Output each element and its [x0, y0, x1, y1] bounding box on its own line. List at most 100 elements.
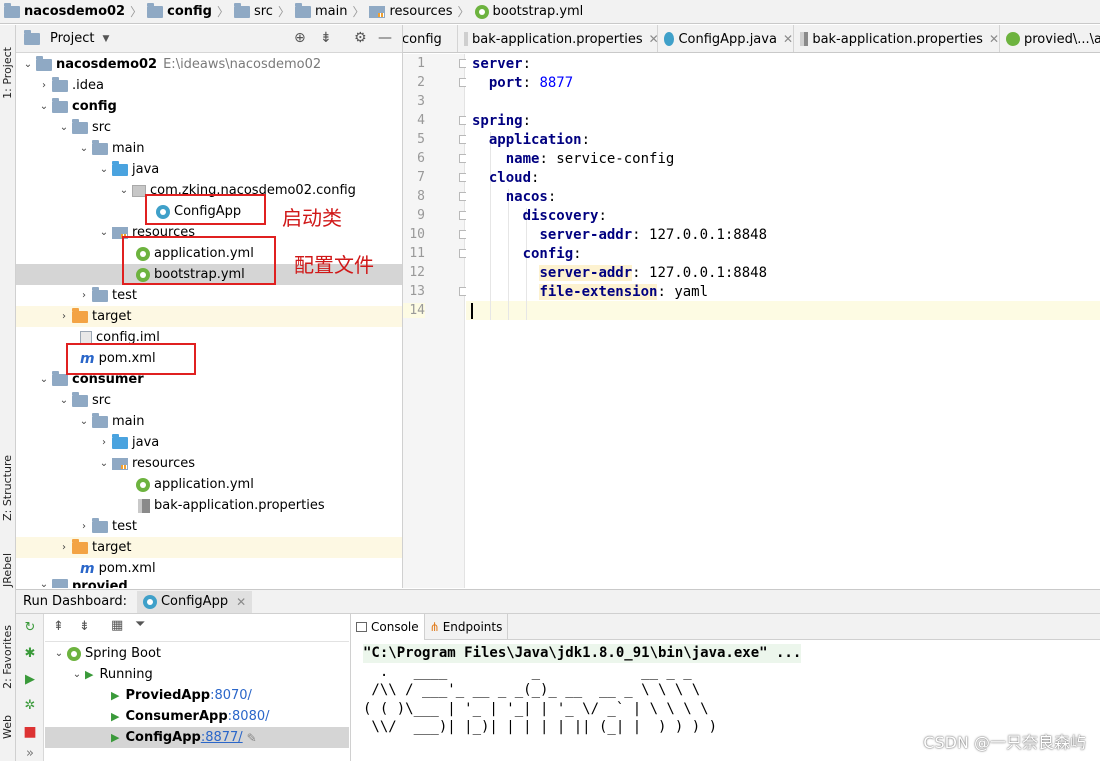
tree-item[interactable]: application.yml	[16, 474, 402, 495]
service-app-port-link[interactable]: :8070/	[210, 688, 252, 703]
editor-tab[interactable]: ConfigApp.java ✕	[659, 25, 794, 52]
breadcrumb-item-main[interactable]: main	[294, 2, 347, 19]
chevron-right-icon[interactable]: ›	[36, 80, 52, 91]
run-icon[interactable]: ▶	[22, 672, 38, 688]
folder-icon	[92, 139, 108, 155]
service-app-port-link[interactable]: :8877/	[201, 730, 243, 745]
group-icon[interactable]: ▦	[111, 618, 123, 633]
locate-icon[interactable]: ⊕	[294, 30, 306, 46]
tree-item[interactable]: › test	[16, 285, 402, 306]
breadcrumb-item-module[interactable]: config	[147, 2, 212, 19]
chevron-right-icon: 〉	[352, 5, 365, 19]
running-icon: ▶	[111, 689, 120, 702]
tree-item[interactable]: ⌄ provied	[16, 579, 402, 588]
breadcrumb-item-file[interactable]: bootstrap.yml	[474, 4, 583, 19]
tree-item-label: pom.xml	[98, 561, 156, 576]
edit-icon[interactable]: ✎	[247, 731, 257, 745]
chevron-down-icon[interactable]: ⌄	[36, 101, 52, 112]
service-app[interactable]: ▶ ConsumerApp :8080/	[45, 706, 349, 727]
services-group[interactable]: ⌄ ▶ Running	[45, 664, 349, 685]
tab-endpoints[interactable]: ⋔ Endpoints	[425, 614, 509, 640]
console-icon	[356, 622, 367, 632]
chevron-right-icon[interactable]: ›	[96, 437, 112, 448]
chevron-right-icon[interactable]: ›	[76, 290, 92, 301]
project-tool-tab[interactable]: 1: Project	[1, 47, 14, 99]
code-line: cloud:	[488, 170, 540, 186]
jrebel-tool-tab[interactable]: JRebel	[1, 553, 14, 587]
filter-icon[interactable]: ⏷	[135, 617, 145, 632]
debug-run-icon[interactable]: ✲	[22, 698, 38, 714]
tree-item[interactable]: ⌄ src	[16, 390, 402, 411]
hide-icon[interactable]: —	[378, 30, 392, 46]
folder-icon	[52, 76, 68, 92]
chevron-down-icon[interactable]: ⌄	[36, 374, 52, 385]
chevron-down-icon[interactable]: ⌄	[36, 579, 52, 588]
chevron-down-icon[interactable]: ⌄	[96, 227, 112, 238]
tree-item[interactable]: ⌄ java	[16, 159, 402, 180]
collapse-all-icon[interactable]: ⇟	[320, 30, 332, 46]
chevron-down-icon[interactable]: ⌄	[96, 458, 112, 469]
chevron-right-icon[interactable]: ›	[76, 521, 92, 532]
tab-console[interactable]: Console	[351, 614, 425, 640]
tree-item[interactable]: › .idea	[16, 75, 402, 96]
chevron-down-icon[interactable]: ⌄	[69, 669, 85, 680]
chevron-down-icon[interactable]: ⌄	[76, 416, 92, 427]
service-app[interactable]: ▶ ProviedApp :8070/	[45, 685, 349, 706]
tree-item[interactable]: › target	[16, 306, 402, 327]
chevron-right-icon[interactable]: ›	[56, 542, 72, 553]
debug-icon[interactable]: ✱	[22, 646, 38, 662]
rerun-icon[interactable]: ↻	[22, 620, 38, 636]
editor-tab[interactable]: bak-application.properties ✕	[459, 25, 659, 52]
services-root[interactable]: ⌄ Spring Boot	[45, 643, 349, 664]
editor-tab[interactable]: bak-application.properties ✕	[795, 25, 1000, 52]
close-icon[interactable]: ✕	[649, 32, 659, 46]
tree-item[interactable]: ⌄ nacosdemo02 E:\ideaws\nacosdemo02	[16, 54, 402, 75]
close-icon[interactable]: ✕	[783, 32, 793, 46]
editor-tab[interactable]: config	[403, 25, 458, 52]
tree-item[interactable]: ⌄ main	[16, 411, 402, 432]
tree-item[interactable]: bak-application.properties	[16, 495, 402, 516]
editor-tab[interactable]: provied\...\a	[1001, 25, 1100, 52]
tree-item[interactable]: › target	[16, 537, 402, 558]
breadcrumb-item-project[interactable]: nacosdemo02	[4, 2, 125, 19]
chevron-down-icon[interactable]: ⌄	[96, 164, 112, 175]
tree-item[interactable]: › java	[16, 432, 402, 453]
more-icon[interactable]: »	[22, 746, 38, 761]
breadcrumb-item-src[interactable]: src	[233, 2, 273, 19]
expand-all-icon[interactable]: ⇞	[53, 619, 64, 634]
chevron-down-icon[interactable]: ⌄	[20, 59, 36, 70]
chevron-down-icon[interactable]: ⌄	[56, 122, 72, 133]
tree-item[interactable]: ⌄ config	[16, 96, 402, 117]
line-number: 12	[409, 265, 425, 280]
chevron-down-icon[interactable]: ⌄	[116, 185, 132, 196]
chevron-down-icon[interactable]: ▼	[102, 34, 109, 44]
web-tool-tab[interactable]: Web	[1, 715, 14, 739]
project-panel-title[interactable]: Project	[50, 31, 94, 46]
collapse-all-icon[interactable]: ⇟	[79, 619, 90, 634]
code-editor[interactable]: server: port: 8877 spring: application: …	[466, 54, 1100, 588]
chevron-right-icon[interactable]: ›	[56, 311, 72, 322]
structure-tool-tab[interactable]: Z: Structure	[1, 455, 14, 521]
close-icon[interactable]: ✕	[236, 595, 246, 609]
run-dashboard-tab[interactable]: ConfigApp ✕	[136, 590, 253, 613]
tree-item[interactable]: ⌄ src	[16, 117, 402, 138]
tree-item[interactable]: ⌄ main	[16, 138, 402, 159]
chevron-down-icon[interactable]: ⌄	[76, 143, 92, 154]
properties-file-icon	[464, 32, 468, 46]
project-panel: Project ▼ ⊕ ⇟ ⚙ — ⌄ nacosdemo02 E:\ideaws…	[16, 25, 403, 588]
service-app-selected[interactable]: ▶ ConfigApp :8877/ ✎	[45, 727, 349, 748]
gear-icon[interactable]: ⚙	[354, 30, 367, 46]
console-output[interactable]: "C:\Program Files\Java\jdk1.8.0_91\bin\j…	[363, 644, 802, 737]
close-icon[interactable]: ✕	[989, 32, 999, 46]
tree-item[interactable]: m pom.xml	[16, 558, 402, 579]
chevron-down-icon[interactable]: ⌄	[56, 395, 72, 406]
favorites-tool-tab[interactable]: 2: Favorites	[1, 625, 14, 689]
breadcrumb-item-resources[interactable]: resources	[369, 4, 452, 19]
endpoints-icon: ⋔	[429, 620, 440, 634]
stop-icon[interactable]: ■	[22, 724, 38, 740]
yaml-key: config	[522, 246, 574, 262]
service-app-port-link[interactable]: :8080/	[228, 709, 270, 724]
tree-item[interactable]: › test	[16, 516, 402, 537]
tree-item[interactable]: ⌄ resources	[16, 453, 402, 474]
chevron-down-icon[interactable]: ⌄	[51, 648, 67, 659]
